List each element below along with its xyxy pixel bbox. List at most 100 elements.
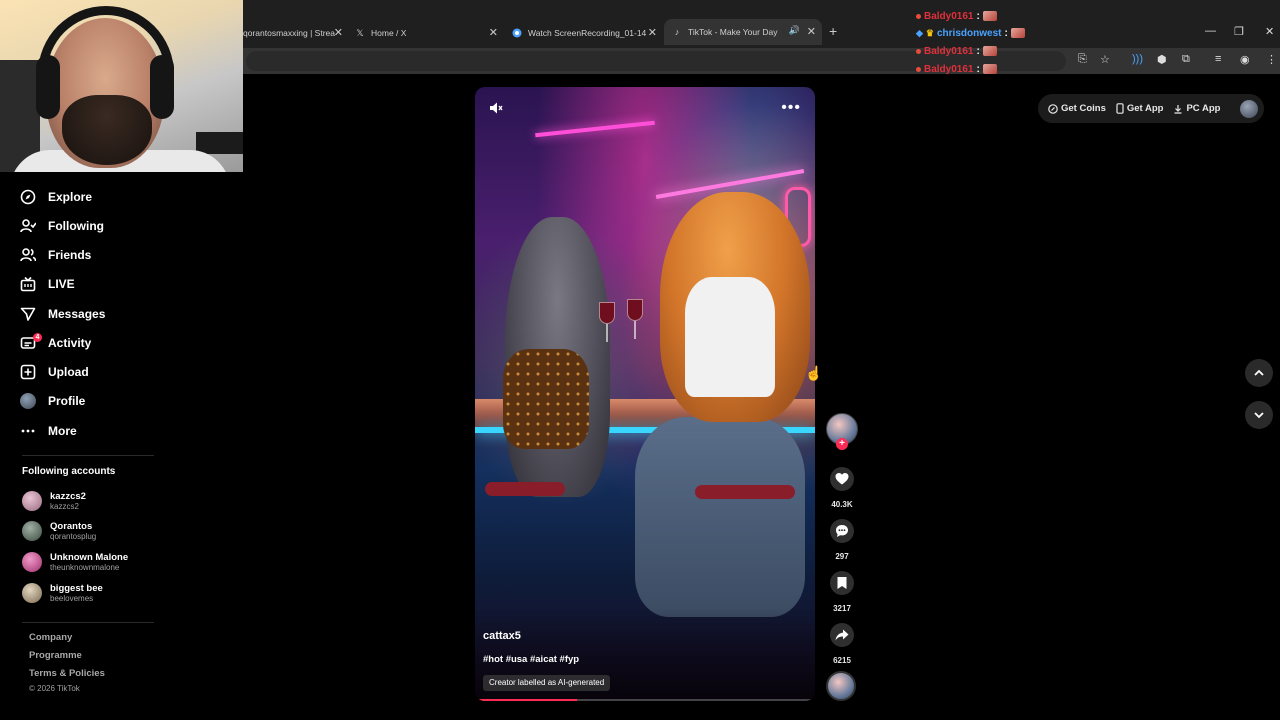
nav-profile[interactable]: Profile (20, 390, 85, 412)
tab-label: Watch ScreenRecording_01-14 (528, 28, 647, 38)
avatar (22, 491, 42, 511)
user-avatar[interactable] (1240, 99, 1258, 118)
close-tab-icon[interactable]: ✕ (334, 26, 343, 39)
nav-explore[interactable]: Explore (20, 186, 92, 208)
get-app-label: Get App (1126, 103, 1164, 114)
following-account[interactable]: Unknown Malone theunknownmalone (22, 548, 128, 576)
tab-tiktok[interactable]: ♪ TikTok - Make Your Day 🔊 ✕ (664, 19, 822, 45)
footer-link-company[interactable]: Company (29, 632, 72, 643)
account-handle: qorantosplug (50, 531, 97, 541)
more-options-icon[interactable]: ••• (781, 99, 801, 117)
nav-live[interactable]: LIVE (20, 273, 75, 295)
globe-icon (512, 28, 522, 38)
video-author[interactable]: cattax5 (483, 630, 521, 642)
jeans (635, 417, 805, 617)
share-arrow-icon (835, 629, 849, 641)
puzzle-icon[interactable]: ⧉ (1182, 53, 1190, 66)
avatar (22, 552, 42, 572)
following-account[interactable]: Qorantos qorantosplug (22, 517, 96, 545)
previous-video-button[interactable] (1245, 359, 1273, 387)
avatar (22, 583, 42, 603)
footer-link-programme[interactable]: Programme (29, 650, 82, 661)
close-tab-icon[interactable]: ✕ (807, 25, 816, 38)
next-video-button[interactable] (1245, 401, 1273, 429)
tab-label: qorantosmaxxing | Strea (243, 28, 335, 38)
live-icon (20, 276, 36, 292)
follow-plus-icon[interactable]: + (836, 438, 848, 450)
bookmark-star-icon[interactable]: ☆ (1100, 53, 1110, 66)
following-accounts-heading: Following accounts (22, 466, 116, 477)
speaker-icon[interactable]: 🔊 (789, 25, 800, 36)
top-right-actions: Get Coins Get App PC App (1038, 94, 1264, 123)
phone-icon (1116, 103, 1124, 114)
volume-icon[interactable] (489, 101, 503, 120)
get-app-button[interactable]: Get App (1116, 103, 1164, 114)
minimize-icon[interactable]: — (1205, 25, 1216, 37)
close-window-icon[interactable]: ✕ (1265, 25, 1274, 38)
video-player[interactable]: ••• cattax5 #hot #usa #aicat #fyp Creato… (475, 87, 815, 701)
chat-message: ◆ ♛ chrisdonwest : (916, 25, 1025, 41)
account-name: biggest bee (50, 582, 103, 594)
avatar (22, 521, 42, 541)
video-hashtags[interactable]: #hot #usa #aicat #fyp (483, 654, 579, 665)
get-coins-button[interactable]: Get Coins (1048, 103, 1106, 114)
nav-label: Friends (48, 248, 92, 262)
extension-icon[interactable]: ⬢ (1157, 53, 1167, 66)
nav-label: Explore (48, 190, 93, 204)
share-count: 6215 (833, 656, 851, 665)
nav-friends[interactable]: Friends (20, 244, 91, 266)
chat-badge-icon (916, 48, 921, 54)
nav-activity[interactable]: 4 Activity (20, 332, 91, 354)
like-button[interactable] (830, 467, 854, 491)
music-disc-avatar[interactable] (826, 671, 856, 701)
tab-label: Home / X (371, 28, 407, 38)
neon-light (535, 120, 655, 138)
x-logo-icon: 𝕏 (356, 27, 364, 38)
nav-more[interactable]: More (20, 420, 77, 442)
profile-icon[interactable]: ◉ (1240, 53, 1250, 66)
close-tab-icon[interactable]: ✕ (489, 26, 498, 39)
footer-link-terms[interactable]: Terms & Policies (29, 668, 105, 679)
tab-search-icon[interactable]: ≡ (1215, 53, 1221, 65)
tab-stream[interactable]: qorantosmaxxing | Strea ✕ (243, 22, 343, 44)
comment-button[interactable] (830, 519, 854, 543)
extension-audio-icon[interactable]: ))) (1132, 53, 1143, 65)
ai-generated-label: Creator labelled as AI-generated (483, 675, 611, 691)
compass-icon (20, 189, 36, 205)
restore-icon[interactable]: ❐ (1234, 25, 1244, 38)
tab-watch-recording[interactable]: Watch ScreenRecording_01-14 ✕ (512, 22, 657, 44)
tab-x-home[interactable]: 𝕏 Home / X ✕ (355, 22, 498, 44)
nav-following[interactable]: Following (20, 215, 104, 237)
browser-menu-icon[interactable]: ⋮ (1266, 53, 1277, 66)
beard (62, 95, 152, 165)
video-progress-bar[interactable] (475, 699, 815, 701)
following-icon (20, 219, 36, 233)
save-count: 3217 (833, 604, 851, 613)
profile-avatar (20, 393, 36, 409)
chat-username: chrisdonwest (937, 27, 1002, 39)
chat-username: Baldy0161 (924, 45, 974, 57)
share-button[interactable] (830, 623, 854, 647)
chat-username: Baldy0161 (924, 63, 974, 75)
nav-upload[interactable]: Upload (20, 361, 89, 383)
chevron-down-icon (1254, 412, 1264, 419)
coin-icon (1048, 103, 1058, 114)
save-button[interactable] (830, 571, 854, 595)
chat-badge-icon (916, 66, 921, 72)
nav-messages[interactable]: Messages (20, 303, 105, 325)
new-tab-button[interactable]: + (829, 23, 837, 39)
chat-separator: : (1004, 27, 1008, 39)
leopard-dress (503, 349, 589, 449)
like-count: 40.3K (831, 500, 853, 509)
tiktok-icon: ♪ (674, 27, 680, 37)
headphone-right (150, 55, 174, 119)
bar-stool (485, 482, 565, 496)
headphone-left (36, 55, 60, 119)
install-app-icon[interactable]: ⎘ (1078, 53, 1087, 66)
chat-badge-icon (916, 13, 921, 19)
following-account[interactable]: kazzcs2 kazzcs2 (22, 487, 86, 515)
following-account[interactable]: biggest bee beelovemes (22, 579, 103, 607)
close-tab-icon[interactable]: ✕ (648, 26, 657, 39)
pc-app-button[interactable]: PC App (1173, 103, 1220, 114)
chat-separator: : (976, 10, 980, 22)
